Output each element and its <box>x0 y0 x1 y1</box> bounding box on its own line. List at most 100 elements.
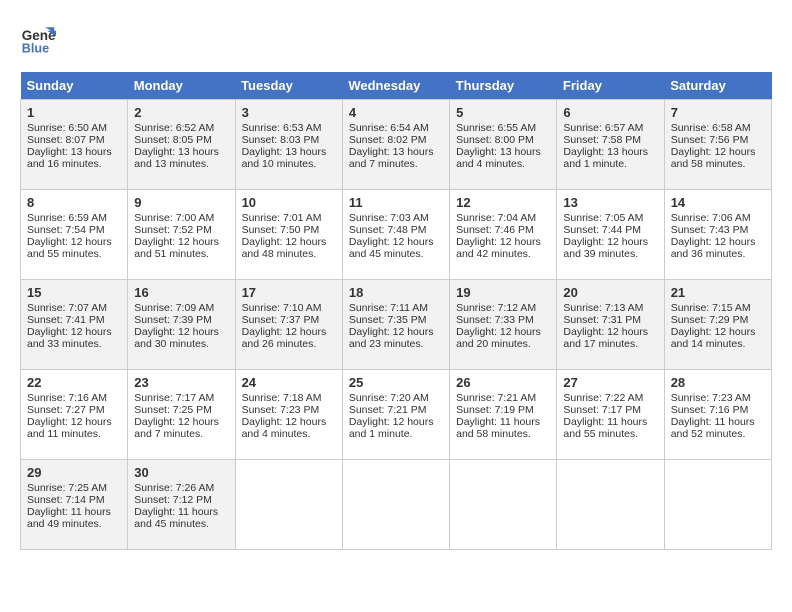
calendar-cell: 17Sunrise: 7:10 AMSunset: 7:37 PMDayligh… <box>235 280 342 370</box>
day-info: Daylight: 11 hours <box>134 506 228 518</box>
day-info: Daylight: 12 hours <box>563 236 657 248</box>
day-number: 6 <box>563 105 657 120</box>
calendar-cell: 26Sunrise: 7:21 AMSunset: 7:19 PMDayligh… <box>450 370 557 460</box>
day-info: and 14 minutes. <box>671 338 765 350</box>
day-info: Daylight: 11 hours <box>27 506 121 518</box>
calendar-cell: 8Sunrise: 6:59 AMSunset: 7:54 PMDaylight… <box>21 190 128 280</box>
day-info: and 16 minutes. <box>27 158 121 170</box>
day-info: Daylight: 12 hours <box>349 416 443 428</box>
day-info: and 55 minutes. <box>563 428 657 440</box>
day-info: and 1 minute. <box>349 428 443 440</box>
day-info: Sunrise: 7:03 AM <box>349 212 443 224</box>
day-info: Sunrise: 7:23 AM <box>671 392 765 404</box>
day-number: 24 <box>242 375 336 390</box>
calendar-cell <box>342 460 449 550</box>
day-info: Sunrise: 6:54 AM <box>349 122 443 134</box>
day-info: Daylight: 12 hours <box>134 236 228 248</box>
day-info: Sunset: 8:05 PM <box>134 134 228 146</box>
header-row: SundayMondayTuesdayWednesdayThursdayFrid… <box>21 72 772 100</box>
day-info: Sunset: 7:29 PM <box>671 314 765 326</box>
day-info: Daylight: 12 hours <box>242 416 336 428</box>
calendar-cell <box>664 460 771 550</box>
day-info: Sunset: 8:03 PM <box>242 134 336 146</box>
day-info: Sunset: 7:17 PM <box>563 404 657 416</box>
calendar-cell: 16Sunrise: 7:09 AMSunset: 7:39 PMDayligh… <box>128 280 235 370</box>
column-header-wednesday: Wednesday <box>342 72 449 100</box>
calendar-cell: 25Sunrise: 7:20 AMSunset: 7:21 PMDayligh… <box>342 370 449 460</box>
day-info: and 17 minutes. <box>563 338 657 350</box>
day-info: Sunrise: 7:22 AM <box>563 392 657 404</box>
day-info: and 58 minutes. <box>671 158 765 170</box>
day-info: Sunset: 7:48 PM <box>349 224 443 236</box>
day-info: and 36 minutes. <box>671 248 765 260</box>
column-header-monday: Monday <box>128 72 235 100</box>
calendar-cell <box>235 460 342 550</box>
calendar-week-2: 8Sunrise: 6:59 AMSunset: 7:54 PMDaylight… <box>21 190 772 280</box>
day-info: Sunset: 7:23 PM <box>242 404 336 416</box>
day-info: and 13 minutes. <box>134 158 228 170</box>
day-info: Sunset: 7:21 PM <box>349 404 443 416</box>
day-info: Daylight: 12 hours <box>563 326 657 338</box>
calendar-week-1: 1Sunrise: 6:50 AMSunset: 8:07 PMDaylight… <box>21 100 772 190</box>
calendar-cell: 11 Sunrise: 7:03 AMSunset: 7:48 PMDayligh… <box>342 190 449 280</box>
day-number: 3 <box>242 105 336 120</box>
day-number: 9 <box>134 195 228 210</box>
day-info: Daylight: 12 hours <box>456 326 550 338</box>
day-info: Sunset: 7:58 PM <box>563 134 657 146</box>
day-info: Sunrise: 7:05 AM <box>563 212 657 224</box>
calendar-cell <box>450 460 557 550</box>
day-info: Sunrise: 6:52 AM <box>134 122 228 134</box>
day-info: Sunrise: 7:00 AM <box>134 212 228 224</box>
day-info: Daylight: 12 hours <box>456 236 550 248</box>
day-info: Daylight: 12 hours <box>27 326 121 338</box>
day-info: Sunrise: 7:01 AM <box>242 212 336 224</box>
day-info: Daylight: 12 hours <box>242 326 336 338</box>
day-info: Sunrise: 6:55 AM <box>456 122 550 134</box>
calendar-cell: 20Sunrise: 7:13 AMSunset: 7:31 PMDayligh… <box>557 280 664 370</box>
svg-text:Blue: Blue <box>22 41 49 55</box>
day-info: Sunrise: 7:15 AM <box>671 302 765 314</box>
day-info: Daylight: 12 hours <box>349 236 443 248</box>
calendar-cell: 18Sunrise: 7:11 AMSunset: 7:35 PMDayligh… <box>342 280 449 370</box>
day-info: and 23 minutes. <box>349 338 443 350</box>
column-header-tuesday: Tuesday <box>235 72 342 100</box>
day-info: Sunset: 7:52 PM <box>134 224 228 236</box>
day-number: 11 <box>349 195 443 210</box>
day-info: Sunrise: 7:10 AM <box>242 302 336 314</box>
day-number: 30 <box>134 465 228 480</box>
day-info: Sunrise: 7:04 AM <box>456 212 550 224</box>
day-number: 16 <box>134 285 228 300</box>
day-info: Sunset: 7:46 PM <box>456 224 550 236</box>
day-number: 28 <box>671 375 765 390</box>
day-info: Sunset: 7:43 PM <box>671 224 765 236</box>
day-info: Sunset: 7:44 PM <box>563 224 657 236</box>
day-info: and 20 minutes. <box>456 338 550 350</box>
calendar-cell: 12Sunrise: 7:04 AMSunset: 7:46 PMDayligh… <box>450 190 557 280</box>
day-info: and 45 minutes. <box>134 518 228 530</box>
day-info: Daylight: 13 hours <box>456 146 550 158</box>
day-number: 19 <box>456 285 550 300</box>
day-info: and 49 minutes. <box>27 518 121 530</box>
calendar-cell: 19Sunrise: 7:12 AMSunset: 7:33 PMDayligh… <box>450 280 557 370</box>
day-info: Sunrise: 7:06 AM <box>671 212 765 224</box>
day-number: 18 <box>349 285 443 300</box>
day-info: Sunset: 8:02 PM <box>349 134 443 146</box>
day-info: Sunset: 7:14 PM <box>27 494 121 506</box>
day-info: Daylight: 12 hours <box>134 326 228 338</box>
calendar-cell: 24Sunrise: 7:18 AMSunset: 7:23 PMDayligh… <box>235 370 342 460</box>
column-header-sunday: Sunday <box>21 72 128 100</box>
day-info: and 39 minutes. <box>563 248 657 260</box>
day-info: Sunrise: 7:16 AM <box>27 392 121 404</box>
day-info: Sunset: 7:50 PM <box>242 224 336 236</box>
calendar-cell: 30Sunrise: 7:26 AMSunset: 7:12 PMDayligh… <box>128 460 235 550</box>
day-info: Sunrise: 7:17 AM <box>134 392 228 404</box>
day-info: Sunrise: 7:09 AM <box>134 302 228 314</box>
day-info: and 48 minutes. <box>242 248 336 260</box>
day-info: Daylight: 12 hours <box>671 236 765 248</box>
day-info: Daylight: 13 hours <box>134 146 228 158</box>
day-info: Sunset: 7:54 PM <box>27 224 121 236</box>
day-info: Daylight: 12 hours <box>671 146 765 158</box>
day-info: Daylight: 12 hours <box>242 236 336 248</box>
calendar-cell: 21Sunrise: 7:15 AMSunset: 7:29 PMDayligh… <box>664 280 771 370</box>
calendar-cell: 6Sunrise: 6:57 AMSunset: 7:58 PMDaylight… <box>557 100 664 190</box>
